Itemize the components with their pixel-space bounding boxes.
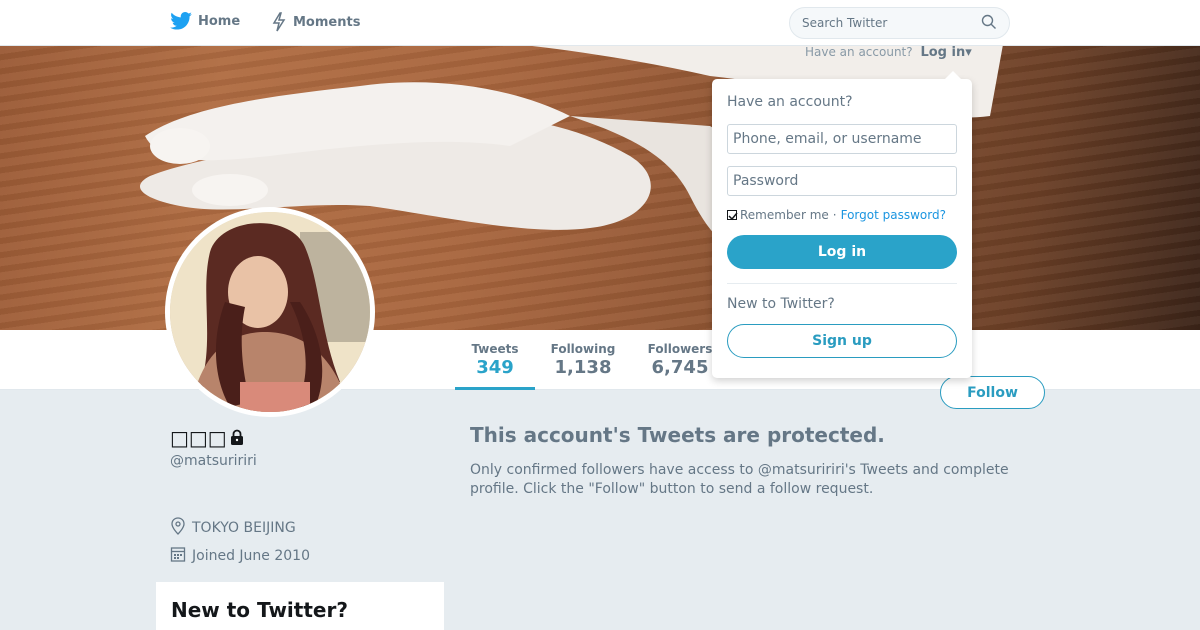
nav-home-label: Home xyxy=(198,13,241,29)
remember-row: Remember me · Forgot password? xyxy=(727,208,957,222)
dropdown-title: Have an account? xyxy=(727,94,853,110)
have-account-text: Have an account? xyxy=(805,45,913,59)
location-text: TOKYO BEIJING xyxy=(192,520,296,536)
stat-following[interactable]: Following 1,138 xyxy=(543,342,623,378)
protected-title: This account's Tweets are protected. xyxy=(470,423,885,447)
stat-label: Following xyxy=(550,342,616,356)
profile-joined: Joined June 2010 xyxy=(170,545,310,567)
search-input[interactable] xyxy=(802,16,962,30)
search-box xyxy=(789,7,1010,39)
login-dropdown-toggle[interactable]: Log in▾ xyxy=(920,45,971,60)
forgot-password-link[interactable]: Forgot password? xyxy=(841,208,946,222)
nav-home[interactable]: Home xyxy=(170,12,240,30)
login-link-label: Log in xyxy=(920,45,966,60)
stat-label: Tweets xyxy=(471,342,519,356)
protected-description: Only confirmed followers have access to … xyxy=(470,462,1009,497)
login-dropdown: Have an account? Remember me · Forgot pa… xyxy=(712,71,972,378)
signup-button[interactable]: Sign up xyxy=(727,324,957,358)
login-prompt: Have an account? Log in▾ xyxy=(805,45,972,60)
separator-dot: · xyxy=(832,208,837,222)
stat-label: Followers xyxy=(647,342,713,356)
calendar-icon xyxy=(170,545,186,567)
stat-value: 349 xyxy=(476,357,514,378)
remember-label: Remember me xyxy=(740,208,829,222)
joined-text: Joined June 2010 xyxy=(192,548,310,564)
password-field[interactable] xyxy=(727,166,957,196)
nav-moments[interactable]: Moments xyxy=(271,12,360,32)
login-button[interactable]: Log in xyxy=(727,235,957,269)
display-name: □□□ xyxy=(170,426,227,450)
nav-moments-label: Moments xyxy=(293,14,361,30)
avatar[interactable] xyxy=(165,207,375,417)
profile-name-row: □□□ xyxy=(170,426,245,450)
new-card-title: New to Twitter? xyxy=(171,598,348,622)
caret-down-icon: ▾ xyxy=(965,45,972,60)
follow-button[interactable]: Follow xyxy=(940,376,1045,409)
lightning-icon xyxy=(271,12,287,32)
stat-tweets[interactable]: Tweets 349 xyxy=(455,342,535,390)
location-pin-icon xyxy=(170,517,186,539)
remember-checkbox[interactable] xyxy=(727,210,738,221)
lock-icon xyxy=(229,426,245,450)
username-field[interactable] xyxy=(727,124,957,154)
profile-handle[interactable]: @matsuririri xyxy=(170,453,257,469)
stat-value: 6,745 xyxy=(651,357,709,378)
stat-value: 1,138 xyxy=(554,357,612,378)
stat-followers[interactable]: Followers 6,745 xyxy=(640,342,720,378)
profile-location: TOKYO BEIJING xyxy=(170,517,296,539)
twitter-bird-icon xyxy=(170,12,192,30)
dropdown-divider xyxy=(727,283,957,284)
new-to-twitter-text: New to Twitter? xyxy=(727,296,835,312)
search-icon[interactable] xyxy=(981,14,997,33)
avatar-photo xyxy=(170,212,370,412)
new-to-twitter-card: New to Twitter? xyxy=(156,582,444,630)
top-navigation-bar: Home Moments xyxy=(0,0,1200,46)
